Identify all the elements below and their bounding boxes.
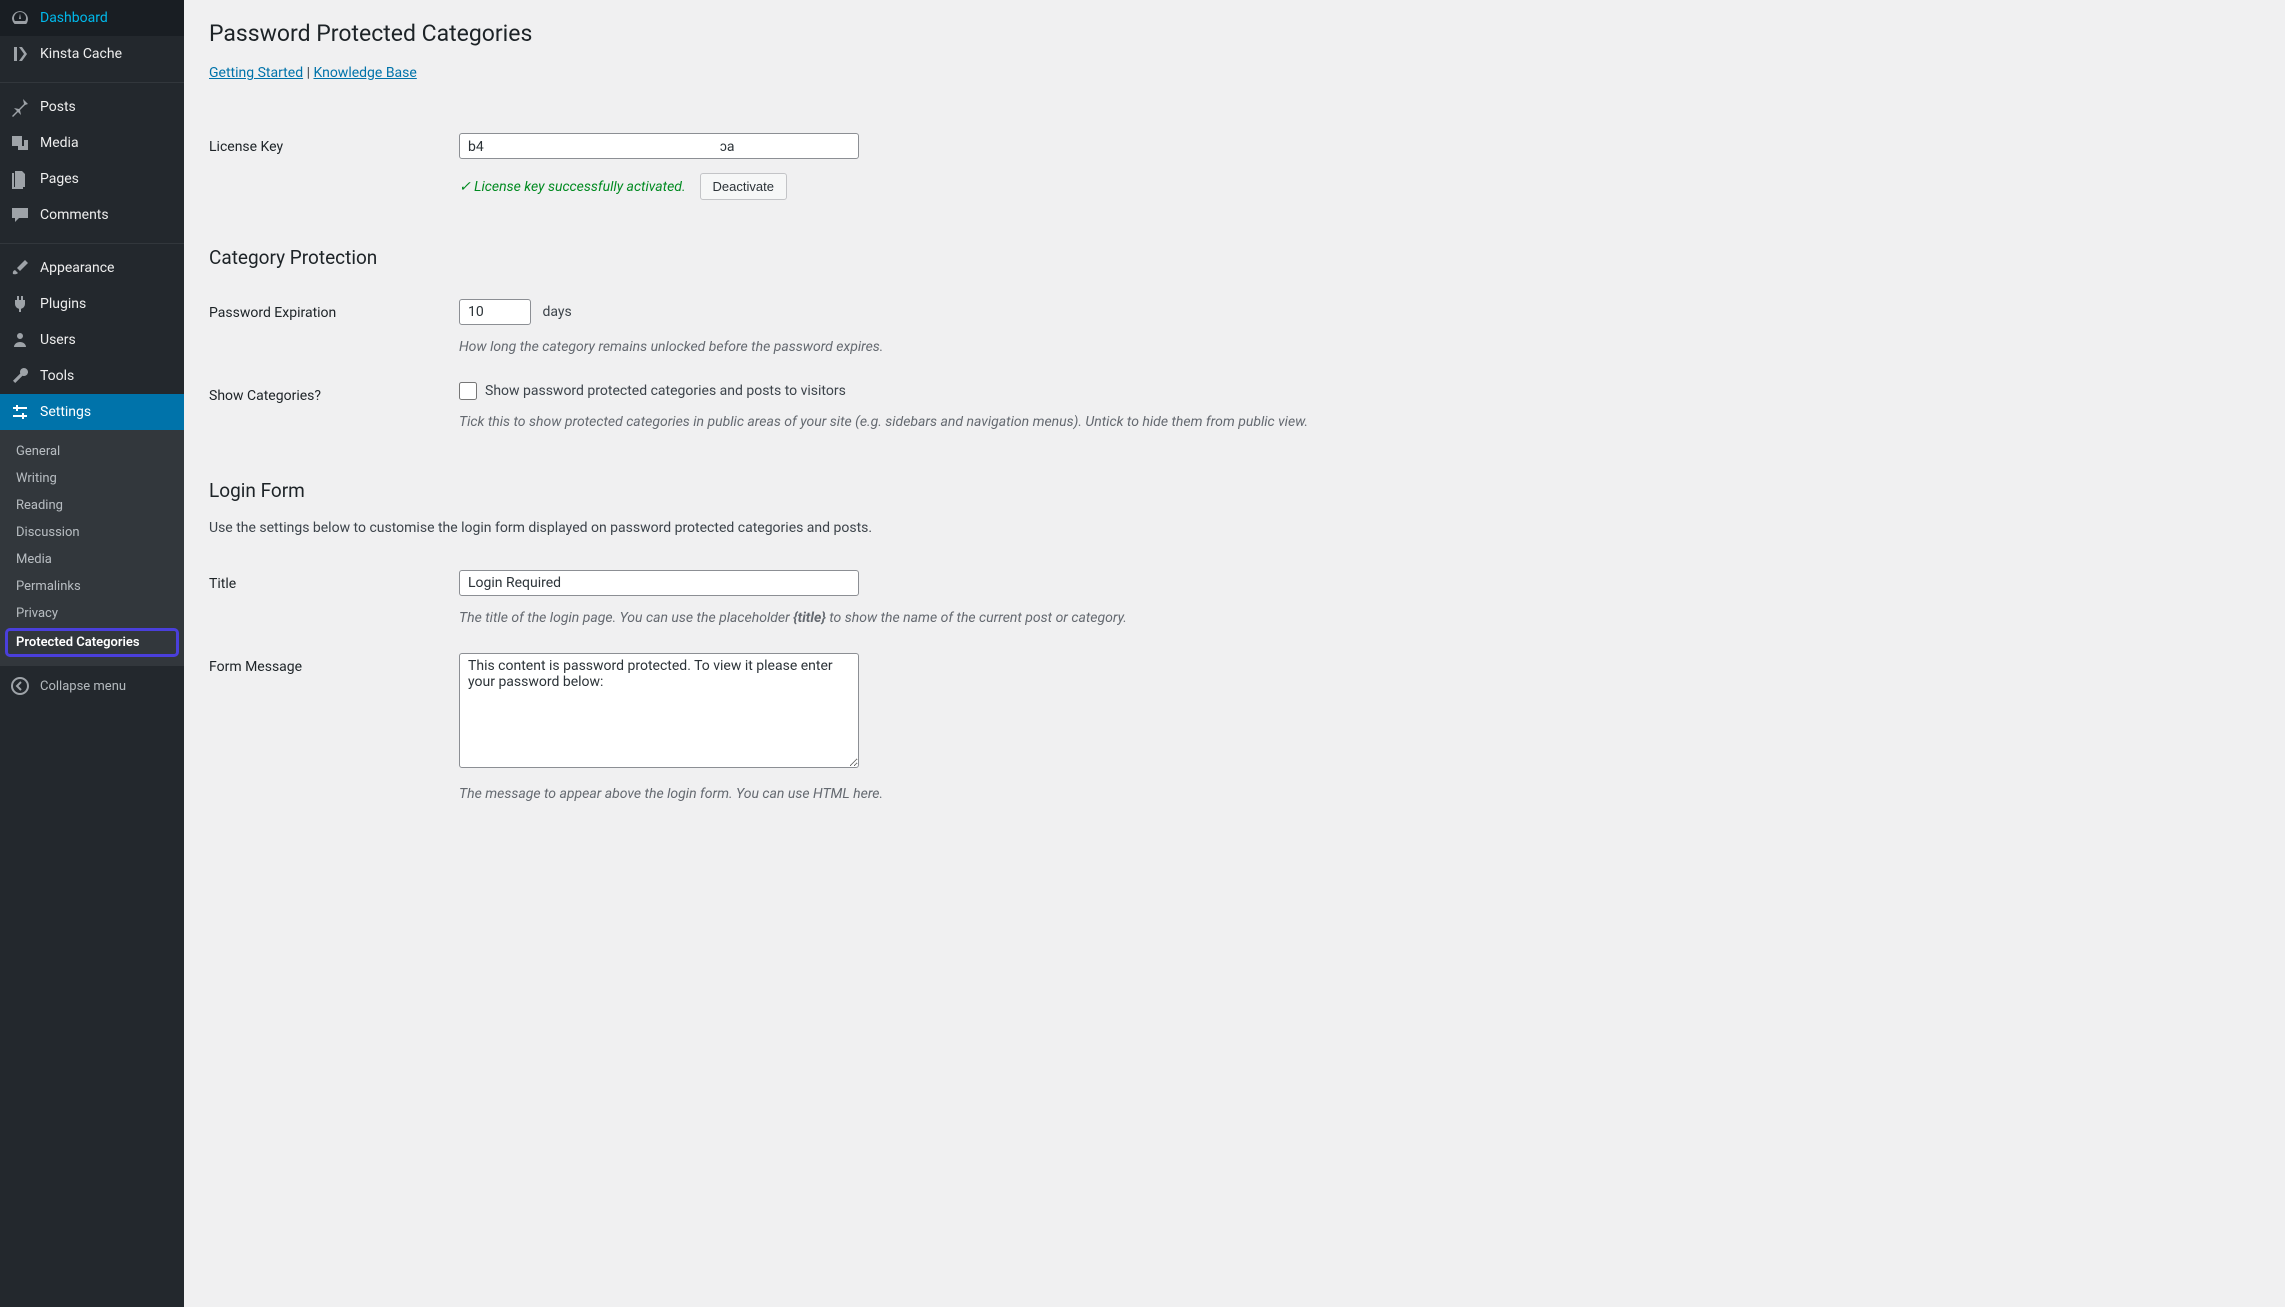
login-title-label: Title <box>209 558 459 641</box>
collapse-icon <box>10 676 30 696</box>
deactivate-button[interactable]: Deactivate <box>700 173 787 200</box>
sidebar-item-kinsta-cache[interactable]: Kinsta Cache <box>0 36 184 72</box>
sidebar-item-users[interactable]: Users <box>0 322 184 358</box>
sidebar-item-label: Users <box>40 332 76 348</box>
form-message-help: The message to appear above the login fo… <box>459 784 2250 805</box>
show-categories-checkbox-label: Show password protected categories and p… <box>485 383 846 399</box>
intro-links: Getting Started | Knowledge Base <box>209 65 2260 81</box>
expiration-unit: days <box>542 304 571 320</box>
wrench-icon <box>10 366 30 386</box>
sidebar-item-media[interactable]: Media <box>0 125 184 161</box>
comments-icon <box>10 205 30 225</box>
sidebar-item-label: Tools <box>40 368 74 384</box>
main-content: Password Protected Categories Getting St… <box>184 0 2285 1307</box>
license-status: ✓ License key successfully activated. <box>459 179 686 195</box>
sidebar-item-tools[interactable]: Tools <box>0 358 184 394</box>
submenu-reading[interactable]: Reading <box>0 492 184 519</box>
form-message-label: Form Message <box>209 641 459 817</box>
sidebar-item-label: Comments <box>40 207 109 223</box>
password-expiration-input[interactable] <box>459 299 531 325</box>
submenu-discussion[interactable]: Discussion <box>0 519 184 546</box>
license-key-label: License Key <box>209 121 459 212</box>
sidebar-item-label: Media <box>40 135 79 151</box>
menu-separator <box>0 78 184 83</box>
submenu-media[interactable]: Media <box>0 546 184 573</box>
brush-icon <box>10 258 30 278</box>
settings-submenu: General Writing Reading Discussion Media… <box>0 430 184 666</box>
login-form-heading: Login Form <box>209 479 2260 502</box>
show-categories-checkbox[interactable] <box>459 382 477 400</box>
sidebar-item-comments[interactable]: Comments <box>0 197 184 233</box>
sidebar-item-appearance[interactable]: Appearance <box>0 250 184 286</box>
sidebar-item-plugins[interactable]: Plugins <box>0 286 184 322</box>
admin-sidebar: Dashboard Kinsta Cache Posts Media Pages… <box>0 0 184 1307</box>
submenu-permalinks[interactable]: Permalinks <box>0 573 184 600</box>
sidebar-item-settings[interactable]: Settings <box>0 394 184 430</box>
license-key-input[interactable] <box>459 133 859 159</box>
users-icon <box>10 330 30 350</box>
kinsta-icon <box>10 44 30 64</box>
collapse-menu[interactable]: Collapse menu <box>0 666 184 706</box>
sidebar-item-label: Settings <box>40 404 91 420</box>
sidebar-item-label: Plugins <box>40 296 86 312</box>
pin-icon <box>10 97 30 117</box>
show-categories-help: Tick this to show protected categories i… <box>459 412 2250 433</box>
submenu-writing[interactable]: Writing <box>0 465 184 492</box>
dashboard-icon <box>10 8 30 28</box>
sidebar-item-label: Pages <box>40 171 79 187</box>
sidebar-item-label: Appearance <box>40 260 114 276</box>
login-title-input[interactable] <box>459 570 859 596</box>
sidebar-item-posts[interactable]: Posts <box>0 89 184 125</box>
password-expiration-label: Password Expiration <box>209 287 459 370</box>
knowledge-base-link[interactable]: Knowledge Base <box>313 65 416 81</box>
getting-started-link[interactable]: Getting Started <box>209 65 303 81</box>
sidebar-item-dashboard[interactable]: Dashboard <box>0 0 184 36</box>
media-icon <box>10 133 30 153</box>
sidebar-item-label: Posts <box>40 99 76 115</box>
expiration-help: How long the category remains unlocked b… <box>459 337 2250 358</box>
submenu-privacy[interactable]: Privacy <box>0 600 184 627</box>
login-title-help: The title of the login page. You can use… <box>459 608 2250 629</box>
show-categories-label: Show Categories? <box>209 370 459 445</box>
login-form-intro: Use the settings below to customise the … <box>209 520 2260 536</box>
sidebar-item-pages[interactable]: Pages <box>0 161 184 197</box>
pages-icon <box>10 169 30 189</box>
page-title: Password Protected Categories <box>209 20 2260 47</box>
sliders-icon <box>10 402 30 422</box>
submenu-general[interactable]: General <box>0 438 184 465</box>
sidebar-item-label: Dashboard <box>40 10 108 26</box>
sidebar-item-label: Kinsta Cache <box>40 46 122 62</box>
category-protection-heading: Category Protection <box>209 246 2260 269</box>
collapse-label: Collapse menu <box>40 679 126 694</box>
plug-icon <box>10 294 30 314</box>
submenu-protected-categories[interactable]: Protected Categories <box>6 629 178 656</box>
form-message-textarea[interactable] <box>459 653 859 768</box>
menu-separator <box>0 239 184 244</box>
